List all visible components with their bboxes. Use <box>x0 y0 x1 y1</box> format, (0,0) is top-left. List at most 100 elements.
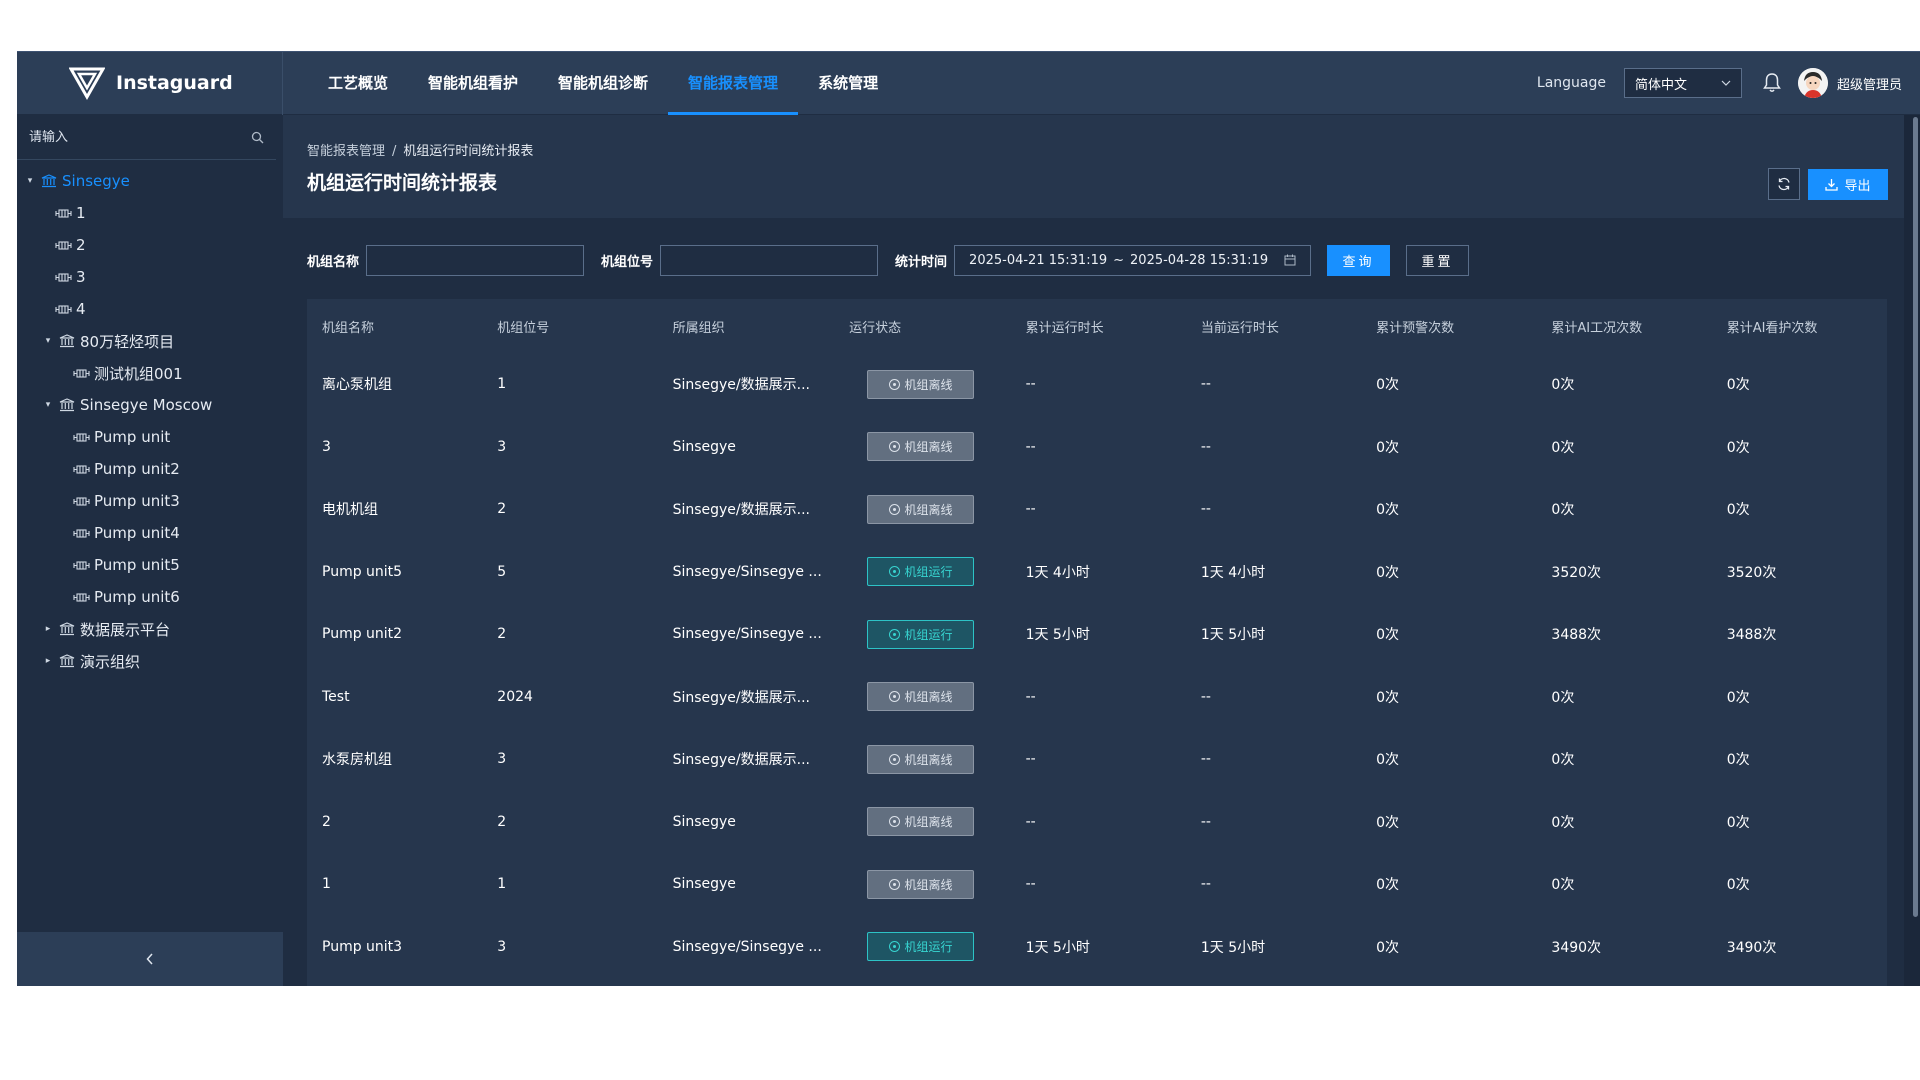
table-row[interactable]: Pump unit2 2 Sinsegye/Sinsegye ... 机组运行 1天 5… <box>307 603 1887 666</box>
tree-node-label: 80万轻烃项目 <box>80 332 175 351</box>
breadcrumb-item-current: 机组运行时间统计报表 <box>403 144 534 159</box>
cell-tag: 1 <box>497 376 507 393</box>
cell-alerts: 0次 <box>1376 752 1400 769</box>
status-badge: 机组离线 <box>867 369 975 399</box>
nav-process-overview[interactable]: 工艺概览 <box>308 52 408 115</box>
cell-ai_care: 3520次 <box>1726 564 1777 581</box>
table-row[interactable]: 电机机组 2 Sinsegye/数据展示... 机组离线 -- -- 0次 0次 0次 <box>307 478 1887 541</box>
tree-node[interactable]: ▸Pump unit2 <box>17 453 276 485</box>
logo-text: Instaguard <box>116 72 233 94</box>
org-tree: ▾Sinsegye▸1▸2▸3▸4▾80万轻烃项目▸测试机组001▾Sinseg… <box>17 160 276 677</box>
nav-report-management[interactable]: 智能报表管理 <box>668 52 799 115</box>
status-dot-icon <box>888 816 900 828</box>
table-row[interactable]: Pump unit3 3 Sinsegye/Sinsegye ... 机组运行 1天 5… <box>307 916 1887 979</box>
tree-node-label: Sinsegye <box>62 172 130 190</box>
status-text: 机组离线 <box>904 440 953 455</box>
tree-node[interactable]: ▾ 80万轻烃项目 <box>17 325 276 357</box>
tree-node[interactable]: ▸4 <box>17 293 276 325</box>
tree-node[interactable]: ▸2 <box>17 229 276 261</box>
app-window: Instaguard 工艺概览 智能机组看护 智能机组诊断 智能报表管理 系统管… <box>17 51 1920 986</box>
cell-status: 机组离线 <box>834 666 1011 729</box>
cell-ai_care: 3488次 <box>1726 627 1777 644</box>
cell-tag: 2024 <box>497 688 533 705</box>
tree-search-input[interactable] <box>29 129 251 145</box>
date-range-picker[interactable]: 2025-04-21 15:31:19 ~ 2025-04-28 15:31:1… <box>954 244 1312 276</box>
table-row[interactable]: 1 1 Sinsegye 机组离线 -- -- 0次 0次 0次 <box>307 853 1887 916</box>
tree-node[interactable]: ▸1 <box>17 197 276 229</box>
tree-node-label: Pump unit6 <box>94 588 180 606</box>
nav-unit-care[interactable]: 智能机组看护 <box>408 52 538 115</box>
tree-node[interactable]: ▸Pump unit4 <box>17 517 276 549</box>
tree-node[interactable]: ▸ 演示组织 <box>17 645 276 677</box>
pump-unit-icon <box>73 592 90 602</box>
table-row[interactable]: 2 2 Sinsegye 机组离线 -- -- 0次 0次 0次 <box>307 791 1887 854</box>
refresh-icon <box>1778 177 1790 191</box>
status-badge: 机组运行 <box>867 557 975 587</box>
tree-node[interactable]: ▸ 数据展示平台 <box>17 613 276 645</box>
user-name[interactable]: 超级管理员 <box>1837 74 1902 93</box>
export-button[interactable]: 导出 <box>1808 169 1888 200</box>
tree-node[interactable]: ▾ Sinsegye Moscow <box>17 389 276 421</box>
language-select[interactable]: 简体中文 <box>1623 68 1742 98</box>
column-header: 机组位号 <box>497 320 550 336</box>
status-badge: 机组离线 <box>867 744 975 774</box>
pump-unit-icon <box>73 560 90 570</box>
tree-node[interactable]: ▸测试机组001 <box>17 357 276 389</box>
table-row[interactable]: Pump unit5 5 Sinsegye/Sinsegye ... 机组运行 1天 4… <box>307 541 1887 604</box>
status-dot-icon <box>888 566 900 578</box>
tree-node[interactable]: ▸Pump unit5 <box>17 549 276 581</box>
caret-down-icon[interactable]: ▾ <box>41 400 55 410</box>
language-value: 简体中文 <box>1634 77 1687 93</box>
cell-alerts: 0次 <box>1376 877 1400 894</box>
content-area: 机组名称 机组位号 统计时间 2025-04-21 15:31:19 ~ 202… <box>283 218 1904 986</box>
tree-node[interactable]: ▸Pump unit6 <box>17 581 276 613</box>
breadcrumb-item-report[interactable]: 智能报表管理 <box>307 144 385 159</box>
cell-org: Sinsegye <box>672 438 736 455</box>
page-scrollbar[interactable] <box>1913 117 1918 917</box>
search-icon[interactable] <box>251 131 264 144</box>
cell-current: -- <box>1200 876 1211 893</box>
cell-org: Sinsegye/数据展示... <box>672 752 810 769</box>
caret-right-icon[interactable]: ▸ <box>41 624 55 634</box>
nav-unit-diagnosis[interactable]: 智能机组诊断 <box>538 52 668 115</box>
table-row[interactable]: 离心泵机组 1 Sinsegye/数据展示... 机组离线 -- -- 0次 0次 0次 <box>307 353 1887 416</box>
calendar-icon <box>1284 254 1296 266</box>
cell-tag: 3 <box>497 438 507 455</box>
cell-ai_care: 3490次 <box>1726 939 1777 956</box>
status-badge: 机组离线 <box>867 432 975 462</box>
tree-node-label: 3 <box>76 268 86 286</box>
avatar[interactable] <box>1797 68 1828 98</box>
institution-icon <box>59 334 75 348</box>
date-end: 2025-04-28 15:31:19 <box>1130 252 1269 268</box>
tree-node[interactable]: ▸Pump unit3 <box>17 485 276 517</box>
pump-unit-icon <box>73 368 90 378</box>
column-header: 所属组织 <box>672 320 725 336</box>
instaguard-logo-icon <box>69 67 105 100</box>
table-row[interactable]: Test 2024 Sinsegye/数据展示... 机组离线 -- -- 0次 0次 0次 <box>307 666 1887 729</box>
cell-current: -- <box>1200 501 1211 518</box>
sidebar-collapse-button[interactable] <box>17 932 283 986</box>
unit-name-input[interactable] <box>366 244 585 276</box>
tree-node[interactable]: ▸3 <box>17 261 276 293</box>
chevron-left-icon <box>146 953 153 965</box>
reset-button[interactable]: 重置 <box>1406 244 1470 276</box>
bell-icon[interactable] <box>1762 72 1782 94</box>
nav-system-management[interactable]: 系统管理 <box>798 52 898 115</box>
cell-status: 机组运行 <box>834 603 1011 666</box>
caret-right-icon[interactable]: ▸ <box>41 656 55 666</box>
cell-name: 离心泵机组 <box>322 377 392 394</box>
cell-ai_cond: 0次 <box>1551 814 1575 831</box>
query-button[interactable]: 查询 <box>1327 244 1391 276</box>
table-row[interactable]: 3 3 Sinsegye 机组离线 -- -- 0次 0次 0次 <box>307 416 1887 479</box>
logo[interactable]: Instaguard <box>17 51 283 115</box>
refresh-button[interactable] <box>1768 168 1800 200</box>
caret-down-icon[interactable]: ▾ <box>41 336 55 346</box>
table-row[interactable]: 水泵房机组 3 Sinsegye/数据展示... 机组离线 -- -- 0次 0次 0次 <box>307 728 1887 791</box>
tree-node[interactable]: ▾ Sinsegye <box>17 165 276 197</box>
tree-node[interactable]: ▸Pump unit <box>17 421 276 453</box>
cell-name: 水泵房机组 <box>322 752 392 769</box>
cell-ai_cond: 0次 <box>1551 439 1575 456</box>
cell-total: -- <box>1025 501 1036 518</box>
unit-tag-input[interactable] <box>660 244 879 276</box>
caret-down-icon[interactable]: ▾ <box>23 176 37 186</box>
